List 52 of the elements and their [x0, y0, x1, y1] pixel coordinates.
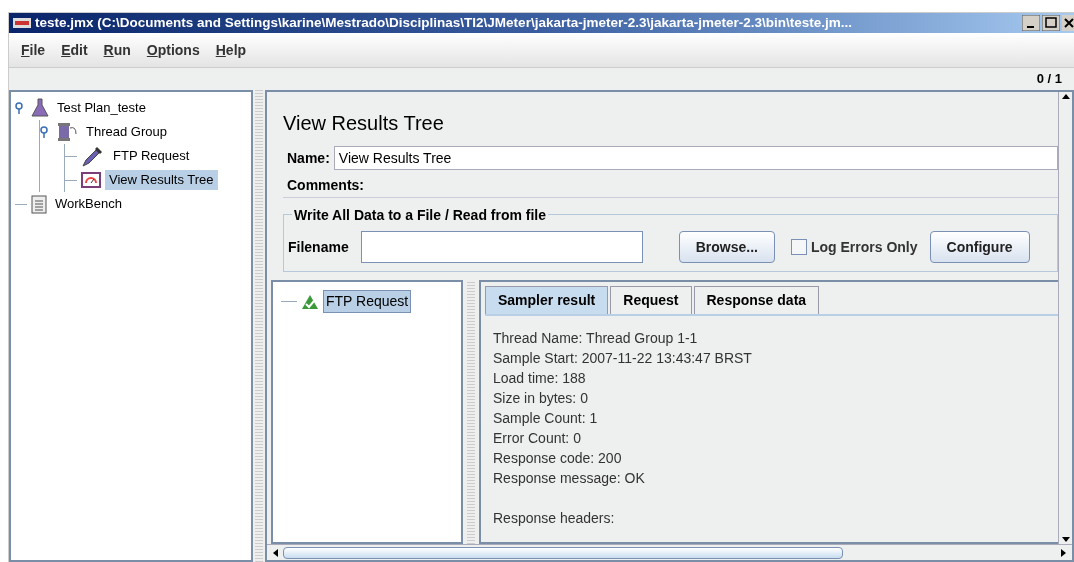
result-line: Response message: OK — [493, 469, 646, 488]
gauge-icon — [81, 172, 101, 188]
result-item[interactable]: FTP Request — [323, 290, 412, 313]
filename-label: Filename — [288, 237, 349, 257]
close-icon[interactable] — [1062, 15, 1074, 31]
right-arrow-icon[interactable] — [1060, 547, 1068, 558]
name-label: Name: — [286, 148, 331, 168]
check-triangle-icon — [301, 293, 319, 310]
minimize-icon[interactable] — [1022, 15, 1040, 31]
configure-button[interactable]: Configure — [929, 231, 1030, 263]
tree-item[interactable]: Thread Group — [82, 122, 171, 142]
tree-item[interactable]: Test Plan_teste — [53, 98, 150, 118]
menu-item[interactable]: Help — [215, 39, 247, 61]
window-title: teste.jmx (C:\Documents and Settings\karine\Mestrado\Disciplinas\TI2\JMeter\jakarta-jmeter-2.3\jakarta-jmeter-2.3\bin\teste.jm... — [35, 13, 854, 32]
comments-label: Comments: — [286, 176, 365, 195]
result-line: Response headers: — [493, 509, 616, 528]
scroll-thumb[interactable] — [283, 546, 843, 559]
dropper-icon — [81, 145, 105, 167]
result-line: Sample Count: 1 — [493, 409, 599, 428]
menu-item[interactable]: Run — [103, 39, 131, 61]
menu-item[interactable]: File — [21, 39, 46, 61]
result-tab[interactable]: Response data — [693, 286, 820, 314]
tree-item[interactable]: FTP Request — [109, 146, 194, 166]
clipboard-icon — [31, 194, 47, 214]
result-tab[interactable]: Request — [610, 286, 692, 314]
result-line: Sample Start: 2007-11-22 13:43:47 BRST — [493, 349, 753, 368]
tree-item[interactable]: View Results Tree — [105, 170, 218, 190]
menu-item[interactable]: Edit — [61, 39, 88, 61]
splitter-handle[interactable] — [255, 90, 263, 562]
left-arrow-icon[interactable] — [271, 547, 279, 558]
result-tab[interactable]: Sampler result — [485, 286, 609, 314]
maximize-icon[interactable] — [1042, 15, 1060, 31]
result-line: Load time: 188 — [493, 369, 587, 388]
result-line: Size in bytes: 0 — [493, 389, 589, 408]
log-errors-checkbox[interactable]: Log Errors Only — [790, 236, 918, 258]
spool-icon — [56, 122, 78, 142]
down-arrow-icon[interactable] — [1060, 536, 1071, 544]
filename-field[interactable] — [360, 231, 643, 263]
vertical-scrollbar[interactable] — [1058, 92, 1072, 544]
panel-title: View Results Tree — [283, 111, 445, 136]
browse-button[interactable]: Browse... — [678, 231, 775, 263]
name-field[interactable]: View Results Tree — [333, 146, 1058, 170]
menu-item[interactable]: Options — [146, 39, 200, 61]
flask-icon — [31, 98, 49, 118]
horizontal-scrollbar[interactable] — [267, 544, 1072, 560]
tree-item[interactable]: WorkBench — [51, 194, 126, 214]
result-line: Response code: 200 — [493, 449, 623, 468]
app-icon — [13, 18, 31, 28]
up-arrow-icon[interactable] — [1060, 92, 1071, 100]
result-line: Error Count: 0 — [493, 429, 582, 448]
result-line: Thread Name: Thread Group 1-1 — [493, 329, 699, 348]
counter-label: 0 / 1 — [1036, 70, 1062, 89]
